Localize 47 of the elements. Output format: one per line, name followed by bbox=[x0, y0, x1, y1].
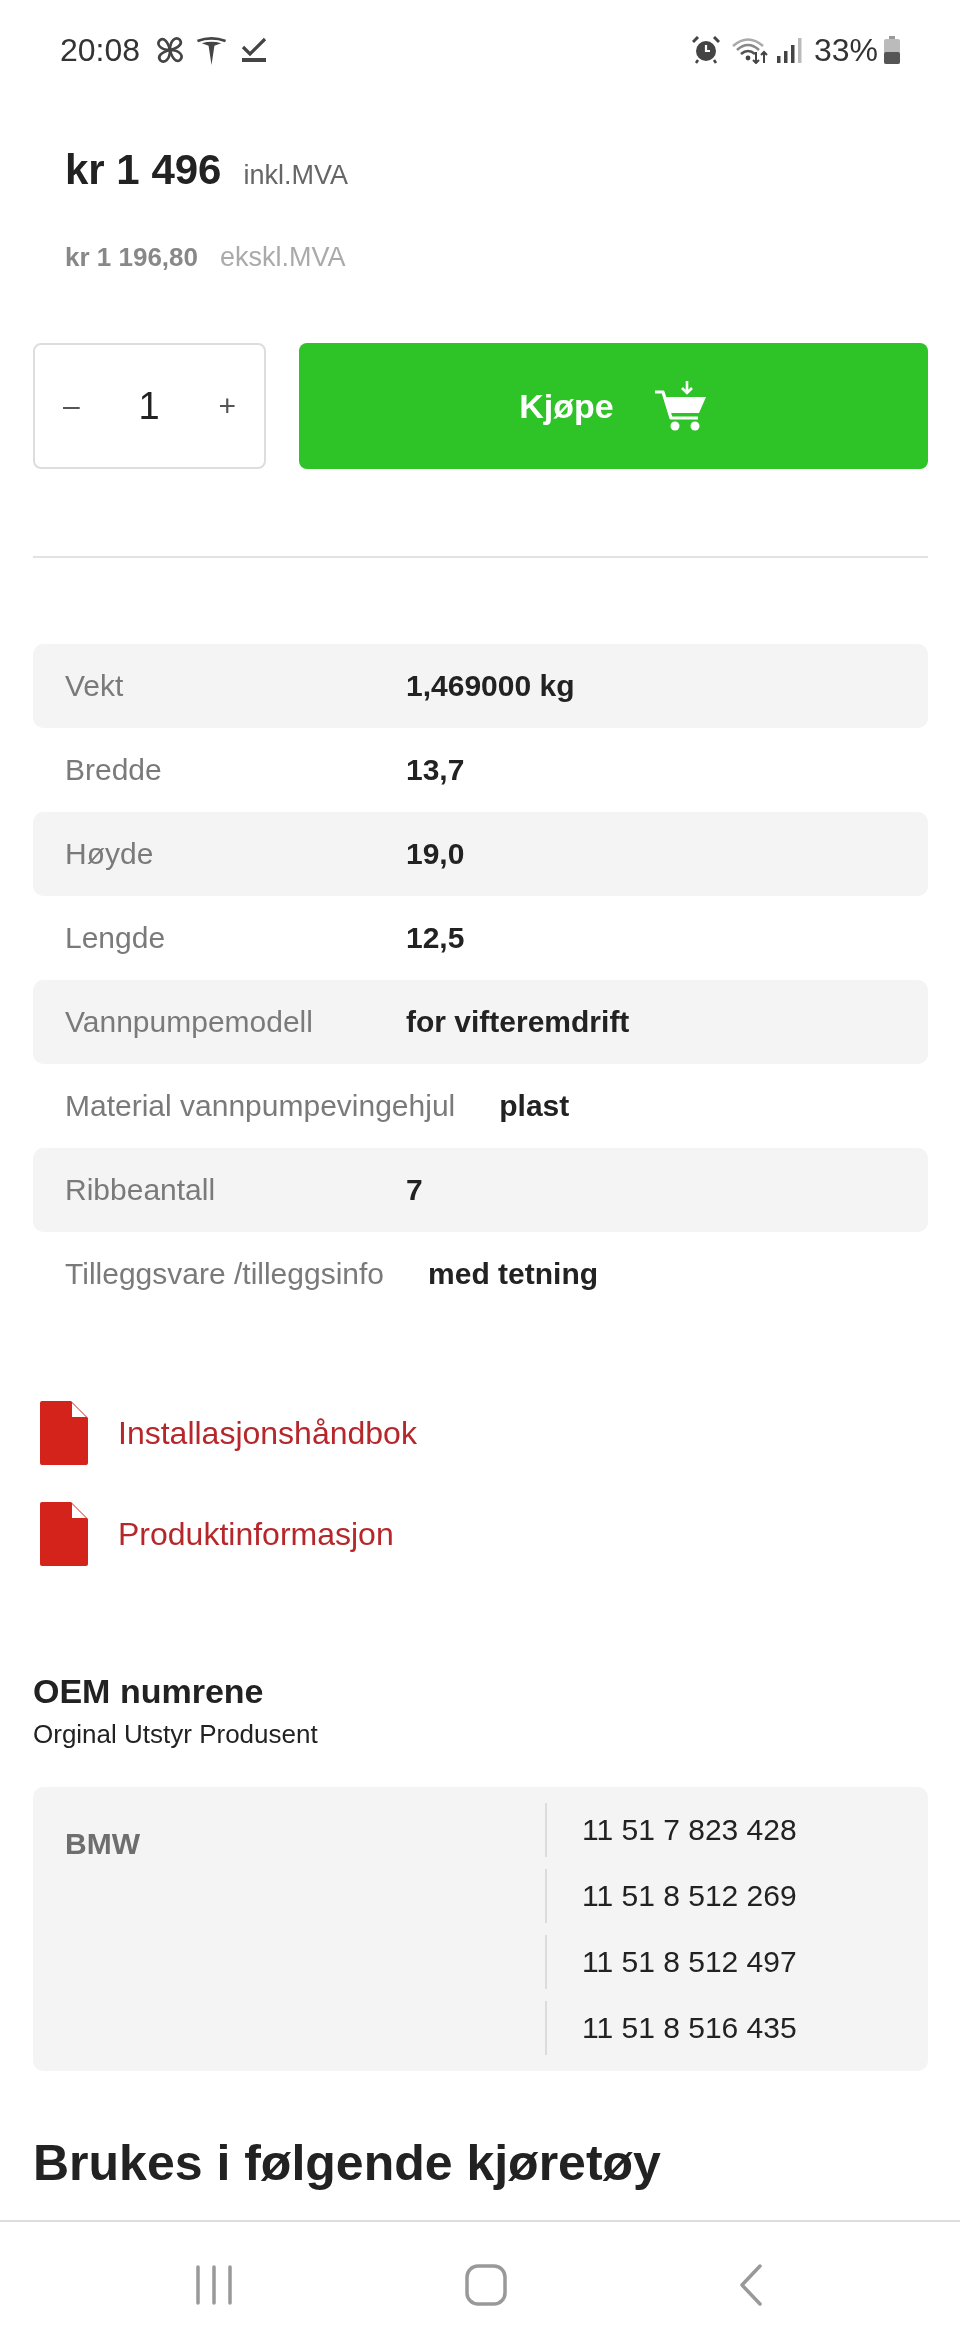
spec-label: Vekt bbox=[65, 669, 125, 703]
home-icon[interactable] bbox=[465, 2263, 507, 2306]
quantity-field[interactable]: 1 bbox=[130, 380, 168, 432]
alarm-clock-icon bbox=[691, 36, 720, 64]
battery-icon bbox=[884, 36, 900, 64]
spec-value: plast bbox=[499, 1089, 570, 1123]
spec-label: Ribbeantall bbox=[65, 1173, 217, 1207]
oem-subtitle: Orginal Utstyr Produsent bbox=[33, 1719, 319, 1749]
battery-percent: 33% bbox=[813, 31, 878, 69]
spec-label: Lengde bbox=[65, 921, 167, 955]
file-icon bbox=[40, 1401, 88, 1465]
price-excl-vat: kr 1 196,80 bbox=[65, 241, 198, 273]
excl-vat-label: ekskl.MVA bbox=[220, 242, 346, 273]
spec-value: for vifteremdrift bbox=[406, 1005, 630, 1039]
signal-icon bbox=[775, 36, 802, 64]
file-icon bbox=[40, 1502, 88, 1566]
spec-label: Bredde bbox=[65, 753, 163, 787]
spec-label: Tilleggsvare /tilleggsinfo bbox=[65, 1257, 385, 1291]
document-link[interactable]: Produktinformasjon bbox=[40, 1502, 394, 1566]
wifi-icon bbox=[731, 36, 770, 64]
spec-value: 13,7 bbox=[406, 753, 465, 787]
recent-apps-icon[interactable] bbox=[195, 2264, 233, 2305]
spec-label: Material vannpumpevingehjul bbox=[65, 1089, 456, 1123]
spec-label: Vannpumpemodell bbox=[65, 1005, 314, 1039]
price-incl-vat: kr 1 496 bbox=[65, 145, 222, 195]
spec-value: 19,0 bbox=[406, 837, 465, 871]
incl-vat-label: inkl.MVA bbox=[243, 160, 348, 191]
spec-value: 7 bbox=[406, 1173, 423, 1207]
oem-number: 11 51 8 516 435 bbox=[582, 2011, 797, 2045]
back-icon[interactable] bbox=[739, 2263, 763, 2306]
tick-icon bbox=[241, 37, 268, 63]
oem-title: OEM numrene bbox=[33, 1671, 265, 1711]
increment-button[interactable]: + bbox=[204, 383, 250, 429]
t-logo-icon bbox=[196, 34, 228, 66]
spec-value: 12,5 bbox=[406, 921, 465, 955]
oem-number: 11 51 7 823 428 bbox=[582, 1813, 797, 1847]
spec-value: med tetning bbox=[428, 1257, 599, 1291]
spec-value: 1,469000 kg bbox=[406, 669, 575, 703]
cart-icon bbox=[653, 380, 708, 432]
status-time: 20:08 bbox=[60, 31, 141, 69]
oem-number: 11 51 8 512 497 bbox=[582, 1945, 797, 1979]
manufacturer-name: BMW bbox=[65, 1827, 140, 1860]
decrement-button[interactable]: – bbox=[49, 383, 94, 429]
section-heading: Brukes i følgende kjøretøy bbox=[33, 2134, 662, 2193]
spec-label: Høyde bbox=[65, 837, 155, 871]
oem-number: 11 51 8 512 269 bbox=[582, 1879, 797, 1913]
document-link[interactable]: Installasjonshåndbok bbox=[40, 1401, 417, 1465]
